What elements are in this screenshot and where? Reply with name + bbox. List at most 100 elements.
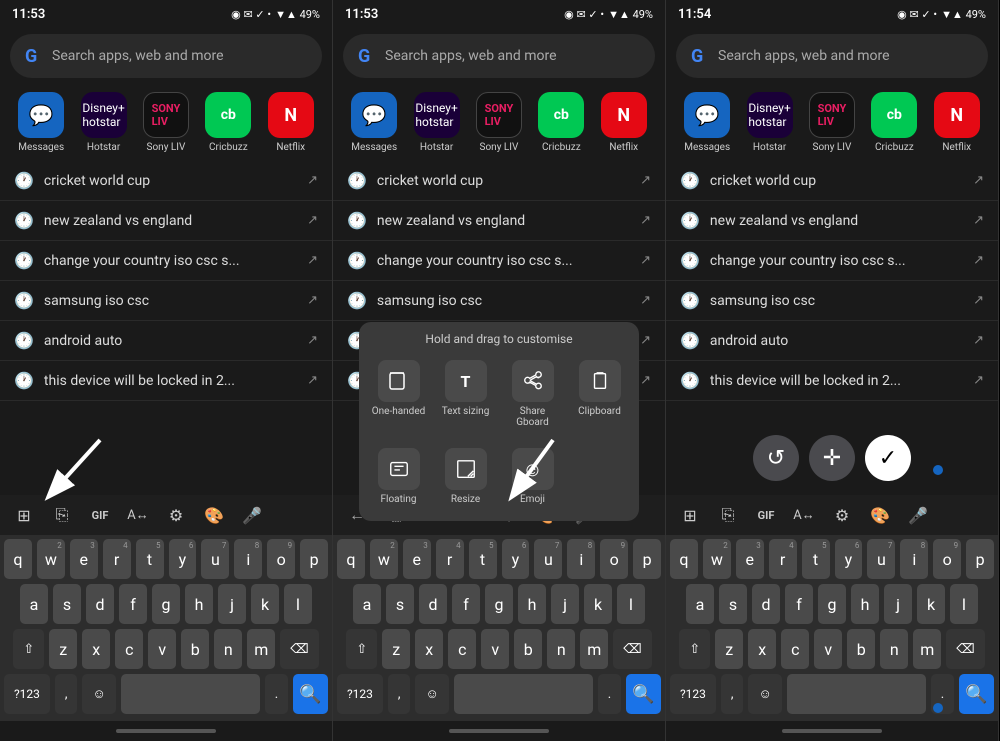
key-w-3[interactable]: w2 bbox=[703, 539, 731, 579]
key-t[interactable]: t5 bbox=[136, 539, 164, 579]
key-f-2[interactable]: f bbox=[452, 584, 480, 624]
app-netflix-2[interactable]: N Netflix bbox=[601, 92, 647, 153]
key-r[interactable]: r4 bbox=[103, 539, 131, 579]
key-v-3[interactable]: v bbox=[814, 629, 842, 669]
key-b[interactable]: b bbox=[181, 629, 209, 669]
key-j[interactable]: j bbox=[218, 584, 246, 624]
key-t-3[interactable]: t5 bbox=[802, 539, 830, 579]
key-f-3[interactable]: f bbox=[785, 584, 813, 624]
key-p-3[interactable]: p bbox=[966, 539, 994, 579]
toolbar-sticker-1[interactable]: ⎘ bbox=[44, 498, 80, 532]
context-emoji[interactable]: ☺ Emoji bbox=[503, 442, 562, 511]
key-emoji[interactable]: ☺ bbox=[82, 674, 115, 714]
key-q-2[interactable]: q bbox=[337, 539, 365, 579]
key-h-3[interactable]: h bbox=[851, 584, 879, 624]
key-a[interactable]: a bbox=[20, 584, 48, 624]
key-e[interactable]: e3 bbox=[70, 539, 98, 579]
key-g-2[interactable]: g bbox=[485, 584, 513, 624]
key-y[interactable]: y6 bbox=[169, 539, 197, 579]
key-q[interactable]: q bbox=[4, 539, 32, 579]
key-emoji-2[interactable]: ☺ bbox=[415, 674, 448, 714]
context-resize[interactable]: Resize bbox=[436, 442, 495, 511]
key-e-2[interactable]: e3 bbox=[403, 539, 431, 579]
suggestion-item-1-3[interactable]: 🕐 change your country iso csc s... ↗ bbox=[0, 241, 332, 281]
app-cricbuzz-3[interactable]: cb Cricbuzz bbox=[871, 92, 917, 153]
key-backspace[interactable]: ⌫ bbox=[280, 629, 318, 669]
suggestion-item-2-4[interactable]: 🕐 samsung iso csc ↗ bbox=[333, 281, 665, 321]
context-floating[interactable]: Floating bbox=[369, 442, 428, 511]
suggestion-item-1-5[interactable]: 🕐 android auto ↗ bbox=[0, 321, 332, 361]
key-comma-3[interactable]: , bbox=[721, 674, 744, 714]
suggestion-item-1-6[interactable]: 🕐 this device will be locked in 2... ↗ bbox=[0, 361, 332, 401]
key-t-2[interactable]: t5 bbox=[469, 539, 497, 579]
suggestion-item-2-2[interactable]: 🕐 new zealand vs england ↗ bbox=[333, 201, 665, 241]
key-h-2[interactable]: h bbox=[518, 584, 546, 624]
toolbar-grid-1[interactable]: ⊞ bbox=[6, 498, 42, 532]
key-q-3[interactable]: q bbox=[670, 539, 698, 579]
key-o[interactable]: o9 bbox=[267, 539, 295, 579]
suggestion-item-3-6[interactable]: 🕐 this device will be locked in 2... ↗ bbox=[666, 361, 998, 401]
key-z-2[interactable]: z bbox=[382, 629, 410, 669]
key-shift-3[interactable]: ⇧ bbox=[679, 629, 710, 669]
key-c[interactable]: c bbox=[115, 629, 143, 669]
key-u[interactable]: u7 bbox=[201, 539, 229, 579]
key-shift-2[interactable]: ⇧ bbox=[346, 629, 377, 669]
key-g[interactable]: g bbox=[152, 584, 180, 624]
key-u-2[interactable]: u7 bbox=[534, 539, 562, 579]
key-s-3[interactable]: s bbox=[719, 584, 747, 624]
suggestion-item-3-2[interactable]: 🕐 new zealand vs england ↗ bbox=[666, 201, 998, 241]
key-i-2[interactable]: i8 bbox=[567, 539, 595, 579]
app-cricbuzz-1[interactable]: cb Cricbuzz bbox=[205, 92, 251, 153]
key-k-3[interactable]: k bbox=[917, 584, 945, 624]
key-o-3[interactable]: o9 bbox=[933, 539, 961, 579]
key-o-2[interactable]: o9 bbox=[600, 539, 628, 579]
key-j-3[interactable]: j bbox=[884, 584, 912, 624]
key-h[interactable]: h bbox=[185, 584, 213, 624]
key-period[interactable]: . bbox=[265, 674, 288, 714]
key-f[interactable]: f bbox=[119, 584, 147, 624]
key-m-2[interactable]: m bbox=[580, 629, 608, 669]
key-p-2[interactable]: p bbox=[633, 539, 661, 579]
key-numbers-2[interactable]: ?123 bbox=[337, 674, 383, 714]
toolbar-gif-3[interactable]: GIF bbox=[748, 498, 784, 532]
key-c-3[interactable]: c bbox=[781, 629, 809, 669]
key-numbers[interactable]: ?123 bbox=[4, 674, 50, 714]
app-cricbuzz-2[interactable]: cb Cricbuzz bbox=[538, 92, 584, 153]
search-bar-1[interactable]: G Search apps, web and more bbox=[10, 34, 322, 78]
key-space-2[interactable] bbox=[454, 674, 593, 714]
key-d-3[interactable]: d bbox=[752, 584, 780, 624]
mode-move-btn[interactable]: ✛ bbox=[809, 435, 855, 481]
key-p[interactable]: p bbox=[300, 539, 328, 579]
key-v-2[interactable]: v bbox=[481, 629, 509, 669]
key-m[interactable]: m bbox=[247, 629, 275, 669]
suggestion-item-3-3[interactable]: 🕐 change your country iso csc s... ↗ bbox=[666, 241, 998, 281]
key-y-2[interactable]: y6 bbox=[502, 539, 530, 579]
search-bar-3[interactable]: G Search apps, web and more bbox=[676, 34, 988, 78]
key-j-2[interactable]: j bbox=[551, 584, 579, 624]
app-sonyliv-2[interactable]: SONYLIV Sony LIV bbox=[476, 92, 522, 153]
key-search-2[interactable]: 🔍 bbox=[626, 674, 661, 714]
app-hotstar-2[interactable]: Disney+hotstar Hotstar bbox=[414, 92, 460, 153]
toolbar-translate-3[interactable]: A↔ bbox=[786, 498, 822, 532]
toolbar-mic-3[interactable]: 🎤 bbox=[900, 498, 936, 532]
key-k[interactable]: k bbox=[251, 584, 279, 624]
suggestion-item-3-4[interactable]: 🕐 samsung iso csc ↗ bbox=[666, 281, 998, 321]
app-hotstar-1[interactable]: Disney+hotstar Hotstar bbox=[81, 92, 127, 153]
key-l-2[interactable]: l bbox=[617, 584, 645, 624]
key-space[interactable] bbox=[121, 674, 260, 714]
key-l[interactable]: l bbox=[284, 584, 312, 624]
key-n-2[interactable]: n bbox=[547, 629, 575, 669]
key-x[interactable]: x bbox=[82, 629, 110, 669]
key-w[interactable]: w2 bbox=[37, 539, 65, 579]
key-z[interactable]: z bbox=[49, 629, 77, 669]
app-sonyliv-3[interactable]: SONYLIV Sony LIV bbox=[809, 92, 855, 153]
toolbar-gif-1[interactable]: GIF bbox=[82, 498, 118, 532]
toolbar-grid-3[interactable]: ⊞ bbox=[672, 498, 708, 532]
suggestion-item-3-1[interactable]: 🕐 cricket world cup ↗ bbox=[666, 161, 998, 201]
key-x-2[interactable]: x bbox=[415, 629, 443, 669]
key-i-3[interactable]: i8 bbox=[900, 539, 928, 579]
mode-confirm-btn[interactable]: ✓ bbox=[865, 435, 911, 481]
context-one-handed[interactable]: One-handed bbox=[369, 354, 428, 434]
key-c-2[interactable]: c bbox=[448, 629, 476, 669]
key-s[interactable]: s bbox=[53, 584, 81, 624]
